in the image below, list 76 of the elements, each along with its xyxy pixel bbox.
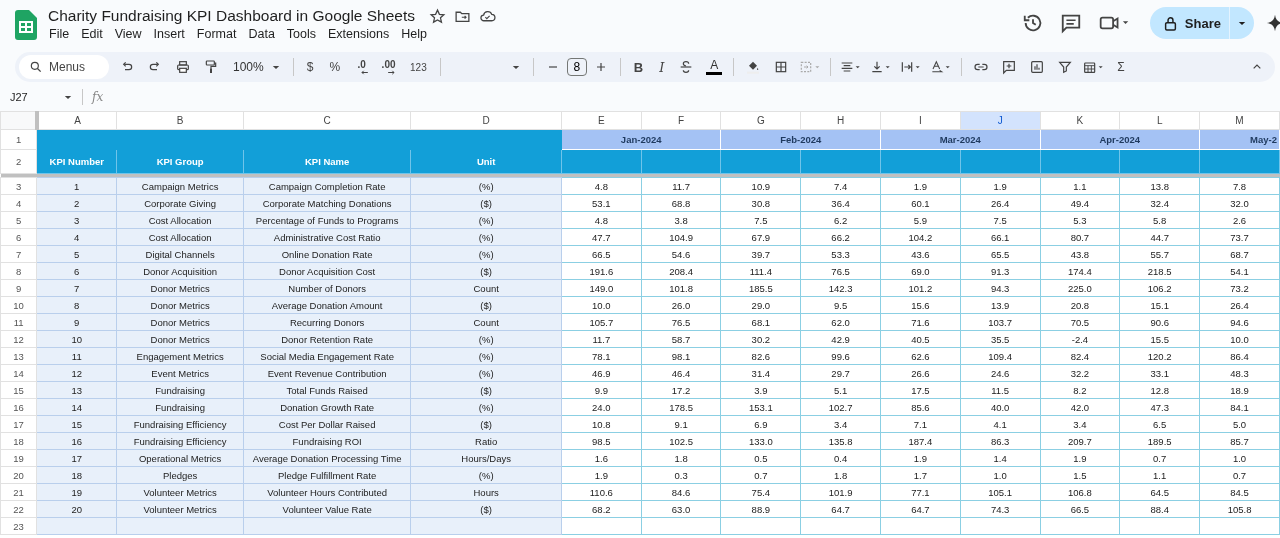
column-header[interactable]: G <box>720 111 801 130</box>
column-header[interactable]: B <box>116 111 244 130</box>
filter-icon[interactable] <box>1057 59 1074 75</box>
caret-icon <box>511 64 520 70</box>
table-cell: 1 <box>36 177 117 195</box>
column-header[interactable]: H <box>800 111 881 130</box>
column-header[interactable]: I <box>880 111 961 130</box>
row-number[interactable]: 2 <box>0 149 37 174</box>
search-icon <box>29 60 43 74</box>
table-cell: Campaign Completion Rate <box>243 177 411 195</box>
column-header[interactable]: C <box>243 111 411 130</box>
text-color-button[interactable]: A <box>706 59 723 75</box>
table-cell: 1.1 <box>1040 177 1120 195</box>
table-cell: 4.8 <box>561 177 642 195</box>
zoom-dropdown[interactable]: 100% <box>233 60 280 74</box>
column-header[interactable]: E <box>561 111 642 130</box>
menu-item[interactable]: Edit <box>81 27 110 41</box>
fill-color-icon[interactable] <box>745 59 762 75</box>
menu-item[interactable]: Format <box>196 27 244 41</box>
name-box[interactable]: J27 <box>10 91 72 103</box>
comment-icon[interactable] <box>1059 12 1082 34</box>
caret-icon <box>271 64 280 70</box>
history-icon[interactable] <box>1021 12 1044 34</box>
column-header[interactable]: L <box>1119 111 1200 130</box>
sparkle-icon[interactable] <box>1266 14 1280 32</box>
table-cell: 10.9 <box>720 177 801 195</box>
arrow-icon <box>360 69 370 75</box>
table-cell: 13.8 <box>1119 177 1200 195</box>
arrow-icon <box>387 69 397 75</box>
table-cell: 11.7 <box>641 177 721 195</box>
caret-icon <box>64 94 72 100</box>
percent-format-button[interactable]: % <box>329 60 341 74</box>
chart-icon[interactable] <box>1029 59 1046 75</box>
column-header[interactable]: K <box>1040 111 1120 130</box>
spreadsheet-logo-icon[interactable] <box>15 10 37 40</box>
menu-item[interactable]: File <box>48 27 77 41</box>
table-cell: 7.8 <box>1199 177 1280 195</box>
column-title: KPI Name <box>243 149 411 174</box>
table-cell: 7.4 <box>800 177 881 195</box>
menu-item[interactable]: Insert <box>153 27 192 41</box>
lock-icon <box>1163 15 1177 31</box>
increase-decimal-button[interactable]: .00 <box>381 59 397 75</box>
menu-search-field[interactable]: Menus <box>19 55 109 79</box>
functions-button[interactable]: Σ <box>1117 60 1125 74</box>
font-size-field[interactable]: 8 <box>566 58 587 76</box>
column-header[interactable]: M <box>1199 111 1280 130</box>
paint-format-icon[interactable] <box>203 59 219 75</box>
table-cell: 1.9 <box>880 177 961 195</box>
function-label: fx <box>92 90 104 104</box>
column-title: KPI Group <box>116 149 244 174</box>
print-icon[interactable] <box>175 59 191 75</box>
row-number[interactable]: 3 <box>0 177 37 195</box>
menu-item[interactable]: Extensions <box>328 27 397 41</box>
table-cell: (%) <box>410 177 562 195</box>
star-icon[interactable] <box>429 7 447 25</box>
menu-item[interactable]: Data <box>248 27 282 41</box>
menu-item[interactable]: Tools <box>286 27 324 41</box>
document-title[interactable]: Charity Fundraising KPI Dashboard in Google Sheets <box>48 7 416 25</box>
column-header[interactable]: A <box>36 111 117 130</box>
menu-item[interactable]: View <box>114 27 149 41</box>
italic-button[interactable]: I <box>659 59 665 75</box>
more-formats-button[interactable]: 123 <box>410 61 427 73</box>
column-header[interactable]: J <box>960 111 1041 130</box>
caret-icon <box>1238 20 1246 26</box>
table-cell: Campaign Metrics <box>116 177 244 195</box>
column-header[interactable]: F <box>641 111 721 130</box>
add-comment-icon[interactable] <box>1001 59 1018 75</box>
bold-button[interactable]: B <box>633 59 644 75</box>
decrease-decimal-button[interactable]: .0 <box>354 59 370 75</box>
currency-format-button[interactable]: $ <box>306 60 314 74</box>
column-header[interactable]: D <box>410 111 562 130</box>
share-button[interactable]: Share <box>1149 7 1230 39</box>
column-title: Unit <box>410 149 562 174</box>
menu-item[interactable]: Help <box>401 27 434 41</box>
row-number[interactable]: 1 <box>0 129 37 150</box>
table-cell: 1.9 <box>960 177 1041 195</box>
